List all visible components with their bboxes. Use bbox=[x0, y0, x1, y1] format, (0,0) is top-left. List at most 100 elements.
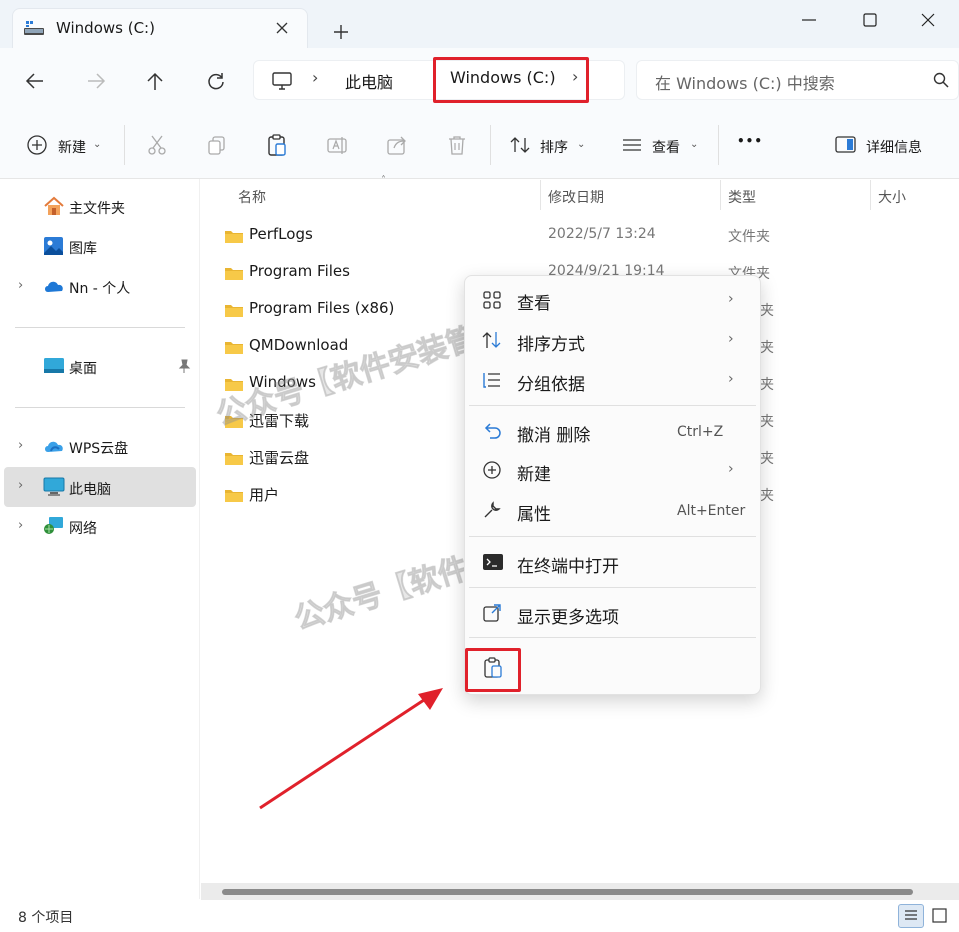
file-row-type: 夹 bbox=[760, 488, 774, 504]
sidebar-item-label: Nn - 个人 bbox=[69, 281, 131, 297]
chevron-right-icon[interactable]: › bbox=[18, 478, 23, 493]
more-options-icon[interactable]: ••• bbox=[737, 134, 763, 148]
sidebar-item-this-pc[interactable]: › 此电脑 bbox=[4, 467, 196, 507]
column-divider[interactable] bbox=[870, 180, 871, 210]
menu-item-undo-delete[interactable]: 撤消 删除 bbox=[517, 421, 590, 446]
sort-icon[interactable] bbox=[509, 134, 531, 156]
sidebar-item-label: 桌面 bbox=[69, 361, 97, 377]
cut-icon[interactable] bbox=[146, 134, 168, 156]
details-view-icon[interactable] bbox=[898, 904, 924, 928]
horizontal-scrollbar-thumb[interactable] bbox=[222, 889, 913, 895]
forward-arrow-icon[interactable] bbox=[85, 70, 107, 92]
folder-icon bbox=[224, 450, 244, 465]
details-button[interactable]: 详细信息 bbox=[866, 137, 922, 157]
file-row-type: 夹 bbox=[760, 377, 774, 393]
sidebar-item-network[interactable]: › 网络 bbox=[4, 508, 196, 546]
column-divider[interactable] bbox=[720, 180, 721, 210]
column-header-date[interactable]: 修改日期 bbox=[548, 187, 604, 207]
home-icon bbox=[43, 196, 65, 216]
menu-divider bbox=[469, 405, 756, 406]
file-row-name[interactable]: 迅雷云盘 bbox=[249, 447, 309, 468]
sidebar-item-onedrive[interactable]: › Nn - 个人 bbox=[4, 268, 196, 306]
new-plus-icon[interactable] bbox=[26, 134, 48, 156]
search-icon[interactable] bbox=[933, 72, 949, 88]
properties-shortcut: Alt+Enter bbox=[677, 503, 746, 519]
chevron-right-icon: › bbox=[728, 291, 734, 307]
close-window-icon[interactable] bbox=[913, 8, 943, 32]
computer-icon bbox=[272, 71, 292, 91]
up-arrow-icon[interactable] bbox=[144, 70, 166, 92]
paste-icon[interactable] bbox=[266, 133, 288, 157]
folder-icon bbox=[224, 302, 244, 317]
maximize-icon[interactable] bbox=[855, 8, 885, 32]
chevron-right-icon[interactable]: › bbox=[18, 278, 23, 293]
drive-icon bbox=[24, 21, 44, 37]
new-tab-icon[interactable] bbox=[330, 21, 352, 43]
breadcrumb-windows-c[interactable]: Windows (C:) bbox=[450, 68, 556, 87]
minimize-icon[interactable] bbox=[794, 8, 824, 32]
search-box[interactable]: 在 Windows (C:) 中搜索 bbox=[636, 60, 959, 100]
folder-icon bbox=[224, 265, 244, 280]
network-icon bbox=[43, 516, 65, 536]
this-pc-icon bbox=[43, 477, 65, 497]
view-button[interactable]: 查看 bbox=[652, 137, 680, 157]
sort-button[interactable]: 排序 bbox=[540, 137, 568, 157]
desktop-icon bbox=[43, 357, 65, 375]
undo-shortcut: Ctrl+Z bbox=[677, 424, 724, 440]
red-arrow-annotation bbox=[259, 688, 443, 810]
chevron-right-icon: › bbox=[728, 461, 734, 477]
new-button[interactable]: 新建 bbox=[58, 137, 86, 157]
menu-item-group[interactable]: 分组依据 bbox=[517, 370, 585, 395]
sidebar-item-desktop[interactable]: 桌面 bbox=[4, 348, 196, 386]
refresh-icon[interactable] bbox=[205, 70, 227, 92]
share-icon[interactable] bbox=[386, 134, 408, 156]
menu-divider bbox=[469, 587, 756, 588]
file-row-name[interactable]: QMDownload bbox=[249, 336, 348, 354]
column-header-name[interactable]: 名称 bbox=[238, 187, 266, 207]
back-arrow-icon[interactable] bbox=[24, 70, 46, 92]
file-row-name[interactable]: Program Files bbox=[249, 262, 350, 280]
item-count: 8 个项目 bbox=[18, 910, 74, 926]
file-row-name[interactable]: PerfLogs bbox=[249, 225, 313, 243]
breadcrumb-this-pc[interactable]: 此电脑 bbox=[345, 69, 393, 93]
tab-windows-c[interactable]: Windows (C:) bbox=[12, 8, 308, 48]
wrench-icon bbox=[482, 500, 502, 520]
file-row-date: 2022/5/7 13:24 bbox=[548, 226, 656, 242]
file-row-name[interactable]: 用户 bbox=[249, 484, 279, 505]
rename-icon[interactable] bbox=[326, 134, 348, 156]
show-more-icon bbox=[482, 603, 502, 623]
sidebar-item-label: 此电脑 bbox=[69, 482, 111, 498]
sidebar-item-home[interactable]: 主文件夹 bbox=[4, 188, 196, 226]
menu-item-properties[interactable]: 属性 bbox=[517, 500, 551, 525]
sidebar-divider bbox=[15, 407, 185, 408]
details-pane-icon[interactable] bbox=[835, 135, 857, 155]
chevron-right-icon[interactable]: › bbox=[18, 438, 23, 453]
column-header-size[interactable]: 大小 bbox=[878, 187, 906, 207]
column-divider[interactable] bbox=[540, 180, 541, 210]
file-row-name[interactable]: Program Files (x86) bbox=[249, 299, 394, 317]
column-header-type[interactable]: 类型 bbox=[728, 187, 756, 207]
chevron-right-icon[interactable]: › bbox=[18, 518, 23, 533]
sidebar-item-wps-cloud[interactable]: › WPS云盘 bbox=[4, 428, 196, 466]
wps-cloud-icon bbox=[43, 438, 65, 454]
menu-item-open-terminal[interactable]: 在终端中打开 bbox=[517, 552, 619, 577]
search-input[interactable]: 在 Windows (C:) 中搜索 bbox=[655, 70, 835, 94]
menu-item-view[interactable]: 查看 bbox=[517, 289, 551, 314]
menu-item-sort[interactable]: 排序方式 bbox=[517, 330, 585, 355]
menu-item-new[interactable]: 新建 bbox=[517, 460, 551, 485]
view-lines-icon[interactable] bbox=[621, 134, 643, 156]
terminal-icon bbox=[482, 552, 504, 572]
sidebar-item-gallery[interactable]: 图库 bbox=[4, 228, 196, 266]
breadcrumb-separator: › bbox=[312, 68, 319, 87]
folder-icon bbox=[224, 487, 244, 502]
context-menu bbox=[464, 275, 761, 695]
sidebar-item-label: WPS云盘 bbox=[69, 441, 129, 457]
delete-icon[interactable] bbox=[446, 134, 468, 156]
pin-icon[interactable] bbox=[177, 359, 191, 373]
tab-close-icon[interactable] bbox=[275, 21, 289, 35]
status-bar bbox=[0, 900, 959, 932]
breadcrumb-chevron[interactable]: › bbox=[572, 67, 578, 86]
copy-icon[interactable] bbox=[206, 134, 228, 156]
large-icons-view-icon[interactable] bbox=[930, 906, 950, 926]
menu-item-show-more-options[interactable]: 显示更多选项 bbox=[517, 603, 619, 628]
